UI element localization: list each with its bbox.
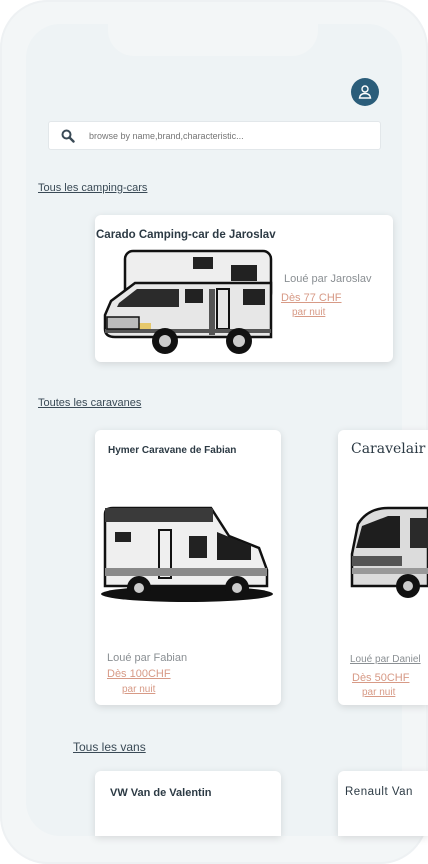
caravan-card-1-owner: Loué par Fabian <box>107 652 188 664</box>
caravan-card-1-title: Hymer Caravane de Fabian <box>108 445 237 456</box>
search-icon <box>61 129 75 143</box>
van-card-2-title: Renault Van <box>345 786 413 798</box>
camper-card-owner: Loué par Jaroslav <box>284 273 372 285</box>
caravan-card-2-title: Caravelair <box>351 441 426 457</box>
van-card-1-title: VW Van de Valentin <box>110 787 212 799</box>
camping-car-image <box>103 249 273 354</box>
caravan-image <box>101 506 273 602</box>
search-bar[interactable] <box>48 121 381 150</box>
section-link-caravanes[interactable]: Toutes les caravanes <box>38 397 141 409</box>
van-card-2[interactable]: Renault Van <box>338 771 428 836</box>
section-link-camping-cars[interactable]: Tous les camping-cars <box>38 182 147 194</box>
section-link-vans[interactable]: Tous les vans <box>73 740 146 754</box>
camper-card-price[interactable]: Dès 77 CHF <box>281 292 342 304</box>
camper-card-title: Carado Camping-car de Jaroslav <box>96 229 276 241</box>
caravan-card-2-unit: par nuit <box>362 687 396 698</box>
search-input[interactable] <box>87 129 351 142</box>
caravan-card-1-unit: par nuit <box>122 684 156 695</box>
caravan-card-2[interactable]: Caravelair Loué par Daniel Dès 50CHF par… <box>338 430 428 705</box>
van-card-1[interactable]: VW Van de Valentin <box>95 771 281 836</box>
camper-card-unit: par nuit <box>292 307 326 318</box>
camper-card[interactable]: Carado Camping-car de Jaroslav Loué par … <box>95 215 393 362</box>
caravan-2-image <box>350 506 428 598</box>
profile-button[interactable] <box>351 78 379 106</box>
phone-notch <box>108 24 318 56</box>
caravan-card-2-price[interactable]: Dès 50CHF <box>352 672 409 684</box>
user-icon <box>358 85 372 99</box>
caravan-card-2-owner: Loué par Daniel <box>350 654 421 665</box>
caravan-card-1[interactable]: Hymer Caravane de Fabian Loué par Fabian… <box>95 430 281 705</box>
caravan-card-1-price[interactable]: Dès 100CHF <box>107 668 171 680</box>
